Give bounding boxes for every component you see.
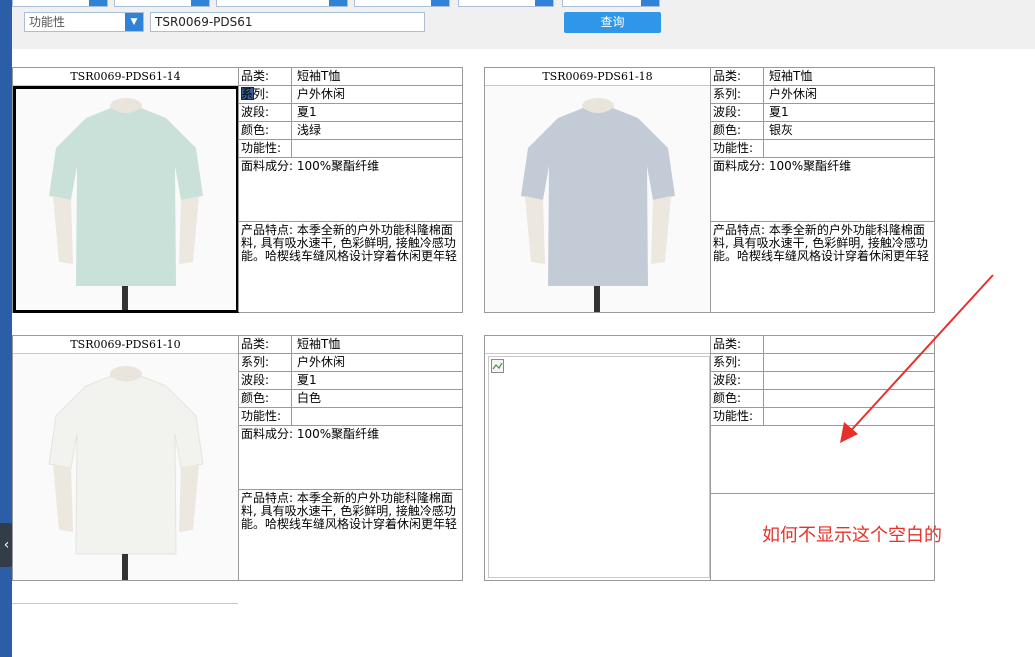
filter-dropdown-2[interactable]: ▼ bbox=[114, 0, 210, 7]
functionality-label: 功能性: bbox=[240, 140, 292, 157]
category-label: 品类: bbox=[712, 68, 764, 85]
series-value: 户外休闲 bbox=[297, 87, 346, 101]
wave-value: 夏1 bbox=[297, 105, 317, 119]
product-code: TSR0069-PDS61-14 bbox=[13, 68, 238, 86]
filter-dropdown-4[interactable]: ▼ bbox=[354, 0, 450, 7]
filter-dropdown-1[interactable]: ▼ bbox=[12, 0, 108, 7]
color-value: 银灰 bbox=[769, 123, 794, 137]
category-label: 品类: bbox=[240, 68, 292, 85]
category-label: 品类: bbox=[712, 336, 764, 353]
category-value: 短袖T恤 bbox=[297, 337, 341, 351]
chevron-down-icon: ▼ bbox=[89, 0, 107, 6]
functionality-select-label: 功能性 bbox=[29, 15, 66, 29]
product-code-empty bbox=[485, 336, 710, 354]
functionality-label: 功能性: bbox=[712, 408, 764, 425]
divider bbox=[12, 603, 238, 604]
product-info: 品类: 短袖T恤 系列: 户外休闲 波段: 夏1 颜色: 白色 功能性: 面料成分: 1… bbox=[238, 336, 463, 580]
broken-image[interactable] bbox=[488, 356, 710, 578]
chevron-down-icon: ▼ bbox=[125, 13, 143, 31]
wave-value: 夏1 bbox=[297, 373, 317, 387]
series-value: 户外休闲 bbox=[769, 87, 818, 101]
broken-image-icon bbox=[491, 359, 504, 373]
tshirt-image bbox=[13, 354, 238, 580]
fabric-text: 面料成分: 100%聚酯纤维 bbox=[239, 158, 463, 222]
selected-frame bbox=[13, 86, 239, 313]
color-label: 颜色: bbox=[240, 390, 292, 407]
query-button[interactable]: 查询 bbox=[564, 12, 661, 33]
red-arrow-icon bbox=[840, 274, 994, 443]
filter-dropdown-5[interactable]: ▼ bbox=[458, 0, 554, 7]
fabric-text: 面料成分: 100%聚酯纤维 bbox=[239, 426, 463, 490]
feature-text: 产品特点: 本季全新的户外功能科隆棉面料, 具有吸水速干, 色彩鲜明, 接触冷感… bbox=[241, 223, 458, 263]
wave-label: 波段: bbox=[240, 372, 292, 389]
functionality-select[interactable]: 功能性 ▼ bbox=[24, 12, 144, 32]
filter-dropdown-3[interactable]: ▼ bbox=[216, 0, 348, 7]
series-label: 系列: bbox=[712, 86, 764, 103]
chevron-down-icon: ▼ bbox=[535, 0, 553, 6]
wave-label: 波段: bbox=[240, 104, 292, 121]
color-label: 颜色: bbox=[240, 122, 292, 139]
filter-bar: ▼ ▼ ▼ ▼ ▼ ▼ 功能性 ▼ TSR0069-PDS61 查询 bbox=[12, 0, 1035, 49]
product-photo[interactable] bbox=[485, 86, 710, 312]
functionality-label: 功能性: bbox=[712, 140, 764, 157]
category-label: 品类: bbox=[240, 336, 292, 353]
color-label: 颜色: bbox=[712, 122, 764, 139]
color-value: 浅绿 bbox=[297, 123, 322, 137]
chevron-down-icon: ▼ bbox=[431, 0, 449, 6]
product-code: TSR0069-PDS61-10 bbox=[13, 336, 238, 354]
product-photo[interactable] bbox=[13, 354, 238, 580]
series-label: 系列: bbox=[240, 86, 292, 103]
series-label: 系列: bbox=[712, 354, 764, 371]
wave-label: 波段: bbox=[712, 104, 764, 121]
category-value: 短袖T恤 bbox=[297, 69, 341, 83]
series-value: 户外休闲 bbox=[297, 355, 346, 369]
product-code: TSR0069-PDS61-18 bbox=[485, 68, 710, 86]
search-input[interactable]: TSR0069-PDS61 bbox=[150, 12, 425, 32]
product-info: 品类: 短袖T恤 系列: 户外休闲 波段: 夏1 颜色: 浅绿 功能性: 面料成分: 1… bbox=[238, 68, 463, 312]
tshirt-image bbox=[485, 86, 710, 312]
filter-dropdown-6[interactable]: ▼ bbox=[562, 0, 660, 7]
category-value: 短袖T恤 bbox=[769, 69, 813, 83]
annotation-text: 如何不显示这个空白的 bbox=[762, 525, 942, 546]
product-card: TSR0069-PDS61-14 品类: 短袖T恤 系列: 户外休闲 波段: 夏1 颜… bbox=[12, 67, 463, 313]
functionality-label: 功能性: bbox=[240, 408, 292, 425]
product-card: TSR0069-PDS61-10 品类: 短袖T恤 系列: 户外休闲 波段: 夏1 颜… bbox=[12, 335, 463, 581]
page: ‹ ▼ ▼ ▼ ▼ ▼ ▼ 功能性 ▼ TSR0069-PDS61 查询 TSR… bbox=[0, 0, 1035, 657]
wave-value: 夏1 bbox=[769, 105, 789, 119]
series-label: 系列: bbox=[240, 354, 292, 371]
fabric-text: 面料成分: 100%聚酯纤维 bbox=[711, 158, 935, 222]
color-value: 白色 bbox=[297, 391, 322, 405]
feature-text: 产品特点: 本季全新的户外功能科隆棉面料, 具有吸水速干, 色彩鲜明, 接触冷感… bbox=[241, 491, 458, 531]
chevron-down-icon: ▼ bbox=[191, 0, 209, 6]
chevron-down-icon: ▼ bbox=[641, 0, 659, 6]
chevron-down-icon: ▼ bbox=[329, 0, 347, 6]
wave-label: 波段: bbox=[712, 372, 764, 389]
color-label: 颜色: bbox=[712, 390, 764, 407]
